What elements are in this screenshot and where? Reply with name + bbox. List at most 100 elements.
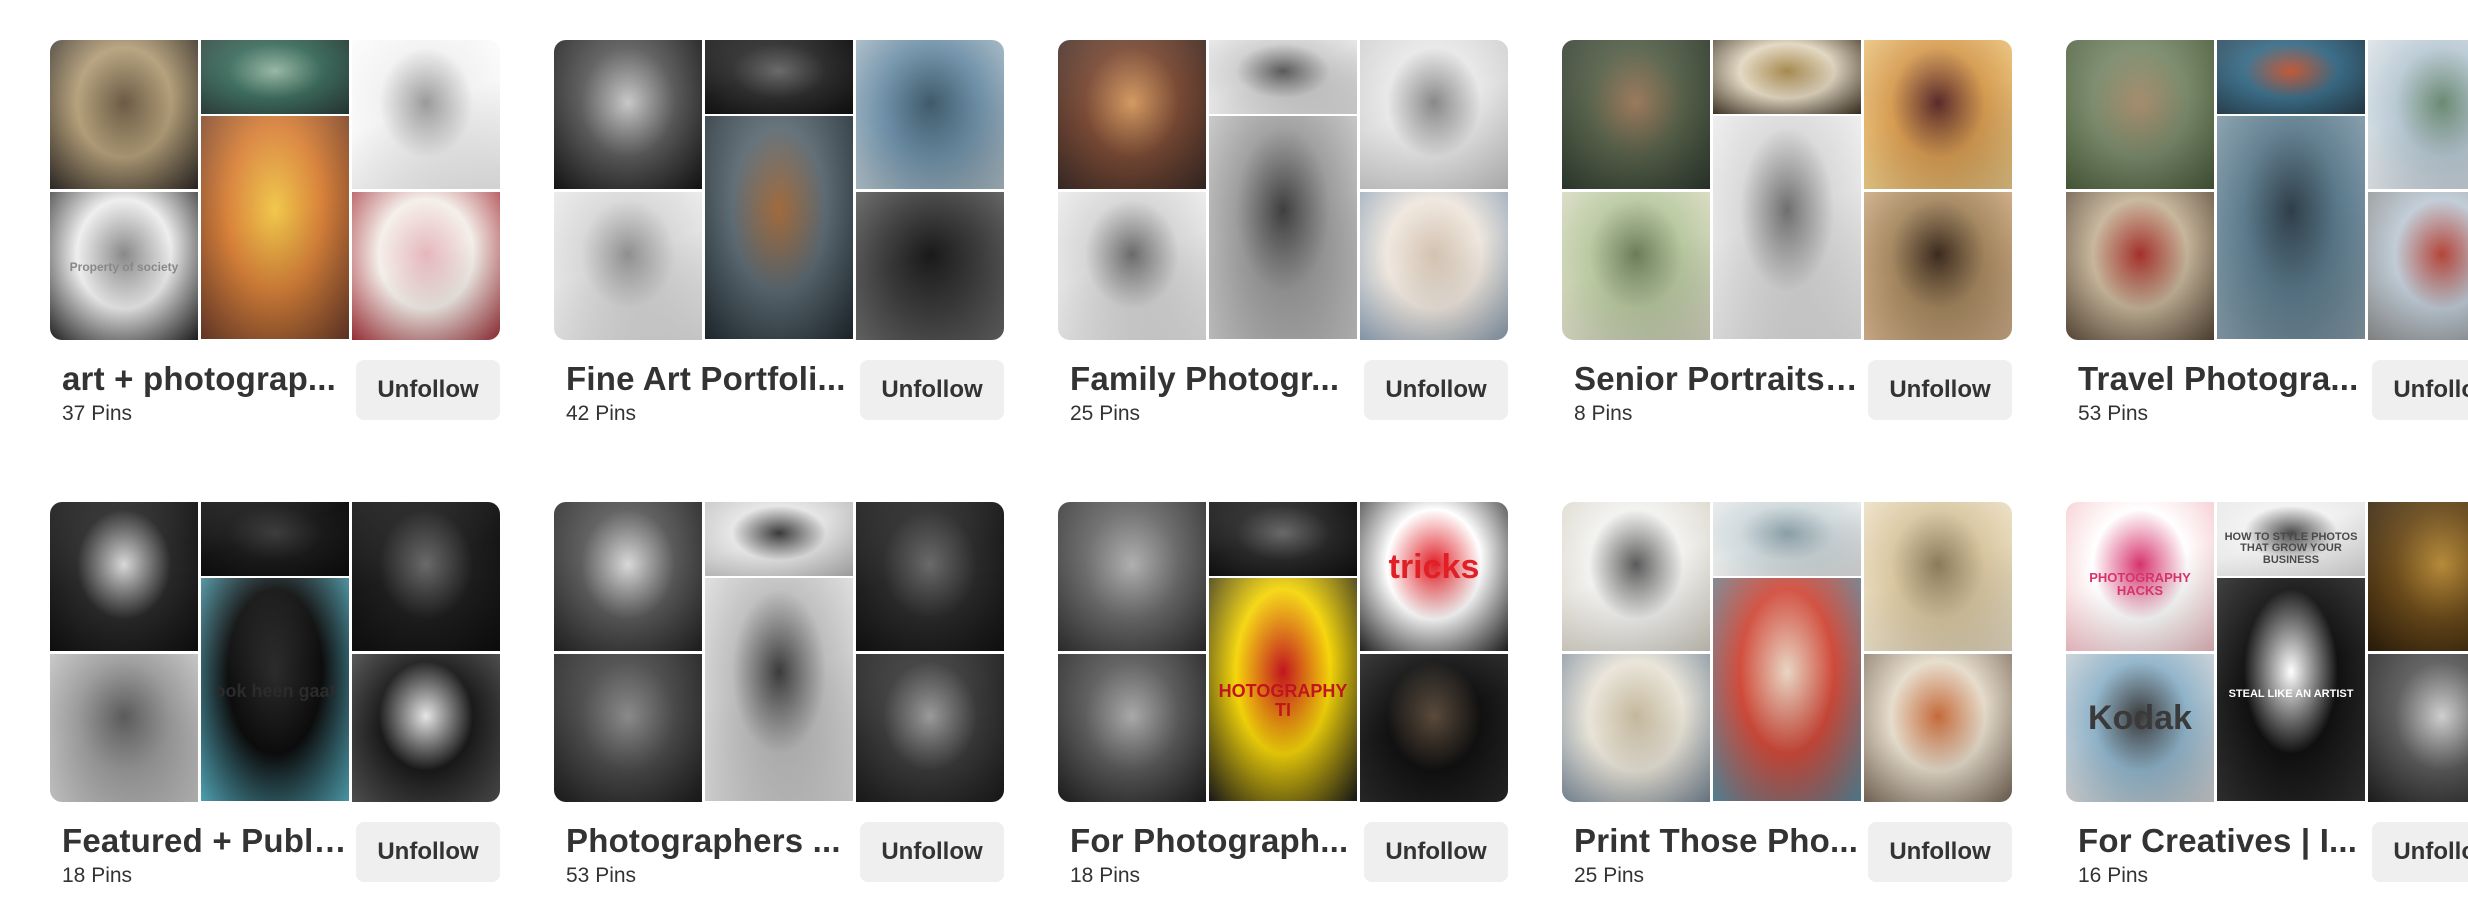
old-man-window-photo[interactable] [856,653,1004,802]
curtain-stage-photo[interactable] [2368,502,2468,651]
stripes-pattern-art[interactable] [352,40,500,189]
eye-closeup-photo[interactable] [705,115,853,339]
unfollow-button[interactable]: Unfollow [1868,822,2012,882]
board-title[interactable]: For Photograph... [1070,822,1355,860]
tricks-poster-photo[interactable]: tricks [1360,502,1508,651]
board-cover[interactable] [1058,40,1508,340]
book-cover-photo[interactable]: ook heen gaat [201,577,349,801]
board-card[interactable]: ook heen gaat Featured + Publi... 18 Pins U… [50,502,500,922]
steal-like-artist-pin[interactable]: STEAL LIKE AN ARTIST [2217,577,2365,801]
dried-flower-photo[interactable] [1360,653,1508,802]
crowd-street-photo[interactable] [554,653,702,802]
board-cover[interactable] [554,40,1004,340]
river-street-photo[interactable] [2217,115,2365,339]
collage-suits-photo[interactable] [201,40,349,115]
face-closeup-photo[interactable] [352,502,500,651]
underwater-girl-photo[interactable] [856,191,1004,340]
style-photos-pin[interactable]: HOW TO STYLE PHOTOS THAT GROW YOUR BUSIN… [2217,502,2365,577]
living-room-frames-photo[interactable] [1864,653,2012,802]
board-card[interactable]: Family Photogr... 25 Pins Unfollow [1058,40,1508,460]
board-title[interactable]: art + photograp... [62,360,347,398]
collage-face-photo[interactable] [50,40,198,189]
board-card[interactable]: PHOTOGRAPHY HACKS HOW TO STYLE PHOTOS THA… [2066,502,2468,922]
unfollow-button[interactable]: Unfollow [1364,822,1508,882]
board-title[interactable]: Print Those Pho... [1574,822,1859,860]
kitchen-sink-photo[interactable] [1058,191,1206,340]
barcode-portrait-photo[interactable]: Property of society [50,191,198,340]
framed-wall-photo[interactable] [1562,502,1710,651]
vintage-camera-photo[interactable]: Kodak [2066,653,2214,802]
unfollow-button[interactable]: Unfollow [1868,360,2012,420]
print-cards-photo[interactable] [352,653,500,802]
unfollow-button[interactable]: Unfollow [860,360,1004,420]
unfollow-button[interactable]: Unfollow [356,360,500,420]
unfollow-button[interactable]: Unfollow [2372,822,2468,882]
board-title[interactable]: Featured + Publi... [62,822,347,860]
mountain-valley-photo[interactable] [2368,40,2468,189]
light-beam-photo[interactable] [554,502,702,651]
triangle-wall-photo[interactable] [705,502,853,577]
photo-grid-sofa-photo[interactable] [1713,577,1861,801]
unfollow-button[interactable]: Unfollow [2372,360,2468,420]
street-stairs-photo[interactable] [856,502,1004,651]
photography-tips-poster[interactable]: HOTOGRAPHY TI [1209,577,1357,801]
senior-smile-photo[interactable] [1713,40,1861,115]
ocean-swimmer-photo[interactable] [554,191,702,340]
board-card[interactable]: Senior Portraits ... 8 Pins Unfollow [1562,40,2012,460]
senior-sitting-photo[interactable] [1562,40,1710,189]
polaroid-wall-photo[interactable] [1864,502,2012,651]
man-camera-photo[interactable] [2368,653,2468,802]
dark-forest-photo[interactable] [201,502,349,577]
village-child-photo[interactable] [2066,40,2214,189]
board-cover[interactable] [1562,502,2012,802]
unfollow-button[interactable]: Unfollow [356,822,500,882]
beach-play-photo[interactable] [705,577,853,801]
board-title[interactable]: Family Photogr... [1070,360,1355,398]
board-title[interactable]: Travel Photogra... [2078,360,2363,398]
family-laughing-photo[interactable] [1209,40,1357,115]
blonde-woman-photo[interactable] [50,653,198,802]
board-cover[interactable]: PHOTOGRAPHY HACKS HOW TO STYLE PHOTOS THA… [2066,502,2468,802]
street-kids-photo[interactable] [2066,191,2214,340]
board-cover[interactable] [554,502,1004,802]
bedroom-prints-photo[interactable] [1562,653,1710,802]
senior-hat-photo[interactable] [1864,191,2012,340]
beach-kids-photo[interactable] [1360,191,1508,340]
board-cover[interactable]: ook heen gaat [50,502,500,802]
board-cover[interactable]: Property of society [50,40,500,340]
board-card[interactable]: Fine Art Portfoli... 42 Pins Unfollow [554,40,1004,460]
senior-fence-photo[interactable] [1562,191,1710,340]
board-cover[interactable]: tricks HOTOGRAPHY TI [1058,502,1508,802]
sunset-collage-art[interactable] [201,115,349,339]
board-title[interactable]: Photographers ... [566,822,851,860]
board-title[interactable]: Senior Portraits ... [1574,360,1859,398]
board-card[interactable]: Travel Photogra... 53 Pins Unfollow [2066,40,2468,460]
parent-child-photo[interactable] [1209,115,1357,339]
mother-baby-photo[interactable] [1360,40,1508,189]
board-title[interactable]: For Creatives | I... [2078,822,2363,860]
fern-portrait-photo[interactable] [1209,502,1357,577]
unfollow-button[interactable]: Unfollow [1364,360,1508,420]
unfollow-button[interactable]: Unfollow [860,822,1004,882]
flower-hair-portrait-photo[interactable] [554,40,702,189]
bicycle-rider-photo[interactable] [2368,191,2468,340]
senior-sunlight-photo[interactable] [1864,40,2012,189]
board-cover[interactable] [1562,40,2012,340]
board-card[interactable]: Property of society art + photograp... 37 … [50,40,500,460]
family-couch-photo[interactable] [1058,40,1206,189]
dark-profile-photo[interactable] [705,40,853,115]
board-card[interactable]: Print Those Pho... 25 Pins Unfollow [1562,502,2012,922]
framed-child-photo[interactable] [50,502,198,651]
board-card[interactable]: Photographers ... 53 Pins Unfollow [554,502,1004,922]
pink-burst-art[interactable] [352,191,500,340]
board-title[interactable]: Fine Art Portfoli... [566,360,851,398]
street-men-photo[interactable] [1058,653,1206,802]
van-window-photo[interactable] [856,40,1004,189]
photography-hacks-pin[interactable]: PHOTOGRAPHY HACKS [2066,502,2214,651]
board-card[interactable]: tricks HOTOGRAPHY TI For Photograph... 18 P… [1058,502,1508,922]
market-boats-photo[interactable] [2217,40,2365,115]
friends-laughing-photo[interactable] [1713,115,1861,339]
board-cover[interactable] [2066,40,2468,340]
ruins-landscape-photo[interactable] [1058,502,1206,651]
gallery-wall-photo[interactable] [1713,502,1861,577]
